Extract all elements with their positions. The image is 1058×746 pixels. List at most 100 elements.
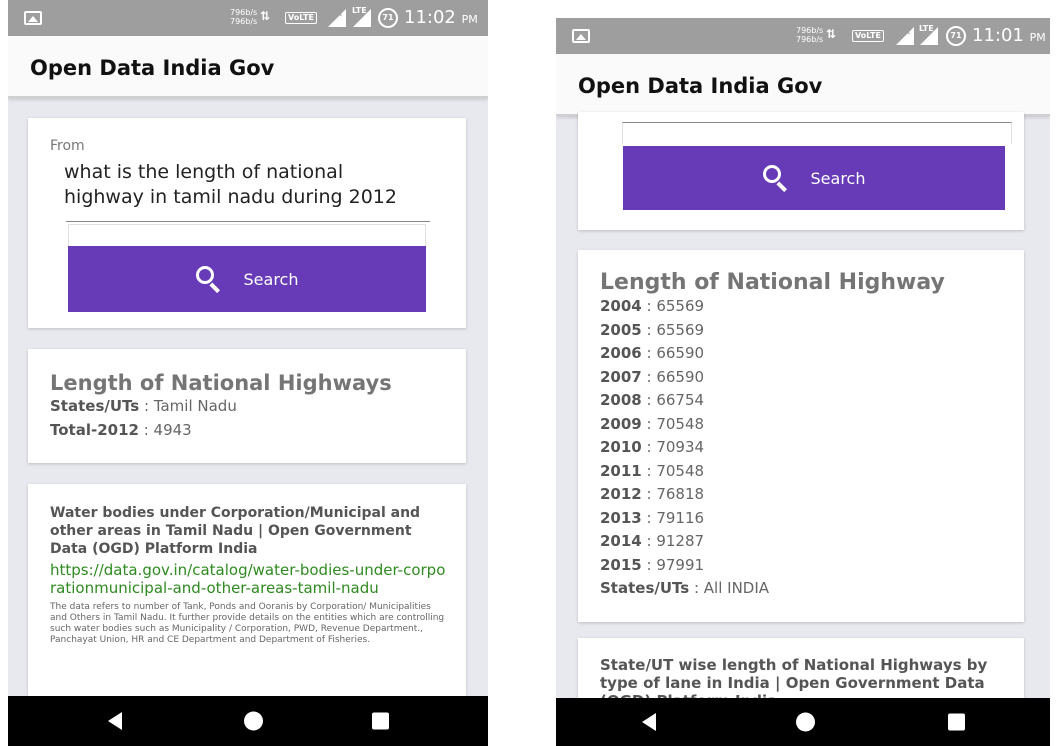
result-row-value: 76818 bbox=[656, 485, 705, 503]
volte-badge: VoLTE bbox=[285, 12, 317, 24]
clock: 11:02 PM bbox=[404, 7, 478, 28]
image-notification-icon bbox=[24, 11, 42, 25]
result-row-value: 65569 bbox=[656, 297, 705, 315]
back-icon[interactable] bbox=[108, 712, 122, 730]
home-icon[interactable] bbox=[244, 711, 263, 731]
upload-speed: 796b/s bbox=[230, 8, 258, 17]
result-row: 2010 : 70934 bbox=[600, 438, 705, 456]
lte-label: LTE bbox=[352, 6, 367, 15]
no-signal-x-icon: ✕ bbox=[334, 7, 344, 20]
image-notification-icon bbox=[572, 29, 590, 43]
app-bar: Open Data India Gov bbox=[556, 54, 1050, 116]
from-label: From bbox=[50, 138, 85, 154]
result-row-key: 2010 bbox=[600, 438, 642, 456]
search-button-label: Search bbox=[810, 168, 866, 188]
home-icon[interactable] bbox=[796, 712, 815, 732]
result-row-key: 2006 bbox=[600, 344, 642, 362]
result-row-key: 2015 bbox=[600, 555, 642, 574]
result-title: Length of National Highway bbox=[600, 270, 945, 295]
result-row: 2014 : 91287 bbox=[600, 532, 705, 550]
ogd-link[interactable]: https://data.gov.in/catalog/water-bodies… bbox=[50, 561, 450, 597]
battery-icon: 71 bbox=[946, 26, 966, 46]
ogd-content: Water bodies under Corporation/Municipal… bbox=[50, 504, 450, 646]
clock-time: 11:02 bbox=[404, 7, 456, 28]
result-row-key: 2011 bbox=[600, 461, 642, 480]
result-row-value: 65569 bbox=[656, 320, 705, 339]
result-row-value: 66754 bbox=[656, 391, 705, 409]
recent-apps-icon[interactable] bbox=[948, 713, 965, 731]
battery-icon: 71 bbox=[378, 8, 398, 28]
back-icon[interactable] bbox=[642, 713, 656, 731]
search-card: Search bbox=[578, 112, 1024, 230]
result-row-value: 66590 bbox=[656, 344, 705, 362]
download-speed: 796b/s bbox=[230, 17, 258, 26]
app-bar: Open Data India Gov bbox=[8, 36, 488, 98]
download-speed: 796b/s bbox=[796, 35, 824, 44]
result-rows: 2004 : 65569 2005 : 65569 2006 : 66590 2007… bbox=[600, 295, 945, 601]
result-row: States/UTs : All INDIA bbox=[600, 579, 770, 597]
secondary-input[interactable] bbox=[68, 224, 426, 246]
network-speed: 796b/s 796b/s bbox=[796, 26, 823, 44]
result-card: Length of National Highway 2004 : 65569 2… bbox=[578, 250, 1024, 622]
result-row: 2004 : 65569 bbox=[600, 297, 705, 315]
result-row: 2006 : 66590 bbox=[600, 344, 705, 362]
clock-time: 11:01 bbox=[972, 25, 1024, 46]
search-icon bbox=[195, 266, 222, 293]
result-row: 2015 : 97991 bbox=[600, 555, 705, 574]
result-row-key: 2008 bbox=[600, 391, 642, 409]
result-row-key: 2005 bbox=[600, 320, 642, 339]
search-button[interactable]: Search bbox=[68, 246, 426, 312]
query-input[interactable]: what is the length of national highway i… bbox=[64, 160, 424, 210]
result-row-value: All INDIA bbox=[703, 579, 770, 597]
status-bar: 796b/s 796b/s ⇅ VoLTE ✕ LTE 71 11:02 PM bbox=[8, 0, 488, 36]
result-row-value: 91287 bbox=[656, 532, 705, 550]
search-button-label: Search bbox=[243, 269, 299, 289]
status-bar: 796b/s 796b/s ⇅ VoLTE ✕ LTE 71 11:01 PM bbox=[556, 18, 1050, 54]
result-row: 2008 : 66754 bbox=[600, 391, 705, 409]
result-row-key: 2013 bbox=[600, 508, 642, 527]
result-row: 2009 : 70548 bbox=[600, 414, 705, 433]
result-row: 2007 : 66590 bbox=[600, 367, 705, 386]
lte-label: LTE bbox=[919, 24, 934, 33]
result-row: 2013 : 79116 bbox=[600, 508, 705, 527]
result-row-value: 70934 bbox=[656, 438, 705, 456]
result-row: States/UTs : Tamil Nadu bbox=[50, 397, 237, 415]
result-row-value: 79116 bbox=[656, 508, 705, 527]
result-row-key: 2012 bbox=[600, 485, 642, 503]
result-row-key: 2014 bbox=[600, 532, 642, 550]
result-row-value: 70548 bbox=[656, 414, 705, 433]
clock-ampm: PM bbox=[461, 13, 478, 26]
search-icon bbox=[762, 165, 789, 192]
result-row-key: 2004 bbox=[600, 297, 642, 315]
clock-ampm: PM bbox=[1029, 31, 1046, 44]
result-content: Length of National Highway 2004 : 65569 2… bbox=[600, 270, 945, 601]
recent-apps-icon[interactable] bbox=[372, 712, 389, 730]
result-row-key: States/UTs bbox=[600, 579, 690, 597]
result-row-key: 2009 bbox=[600, 414, 642, 433]
result-row-key: 2007 bbox=[600, 367, 642, 386]
ogd-description: The data refers to number of Tank, Ponds… bbox=[50, 602, 445, 645]
input-underline bbox=[66, 221, 430, 222]
clock: 11:01 PM bbox=[972, 25, 1046, 46]
result-title: Length of National Highways bbox=[50, 371, 392, 395]
data-arrows-icon: ⇅ bbox=[826, 27, 837, 41]
secondary-input[interactable] bbox=[622, 122, 1012, 144]
phone-screen-left: 796b/s 796b/s ⇅ VoLTE ✕ LTE 71 11:02 PM … bbox=[8, 0, 488, 746]
result-row-value: 97991 bbox=[656, 555, 705, 574]
result-row: 2005 : 65569 bbox=[600, 320, 705, 339]
result-row-value: 66590 bbox=[656, 367, 705, 386]
ogd-card: Water bodies under Corporation/Municipal… bbox=[28, 484, 466, 696]
upload-speed: 796b/s bbox=[796, 26, 824, 35]
result-row: 2012 : 76818 bbox=[600, 485, 705, 503]
volte-badge: VoLTE bbox=[852, 30, 884, 42]
ogd-title: Water bodies under Corporation/Municipal… bbox=[50, 505, 421, 557]
phone-screen-right: 796b/s 796b/s ⇅ VoLTE ✕ LTE 71 11:01 PM … bbox=[556, 18, 1050, 746]
no-signal-x-icon: ✕ bbox=[902, 25, 912, 38]
search-card: From what is the length of national high… bbox=[28, 118, 466, 328]
data-arrows-icon: ⇅ bbox=[260, 9, 271, 23]
network-speed: 796b/s 796b/s bbox=[230, 8, 257, 26]
result-content: Length of National Highways States/UTs :… bbox=[50, 371, 392, 442]
search-button[interactable]: Search bbox=[623, 146, 1005, 210]
app-title: Open Data India Gov bbox=[30, 56, 275, 80]
result-row-value: 70548 bbox=[656, 461, 705, 480]
